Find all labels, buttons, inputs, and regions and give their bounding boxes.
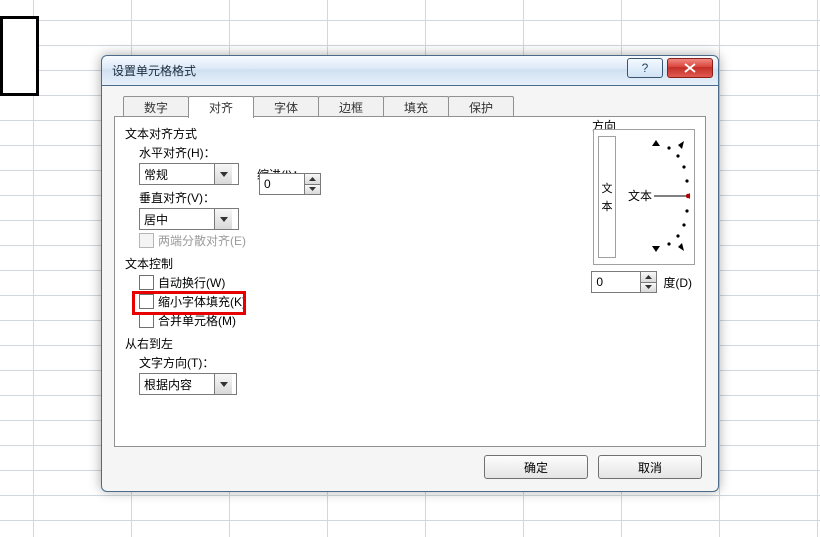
chevron-down-icon xyxy=(214,209,232,229)
shrink-to-fit-checkbox[interactable]: 缩小字体填充(K) xyxy=(139,293,246,310)
degree-label: 度(D) xyxy=(663,274,692,291)
indent-value: 0 xyxy=(260,174,304,194)
text-direction-value: 根据内容 xyxy=(140,376,214,393)
vertical-align-label: 垂直对齐(V)： xyxy=(139,189,215,206)
spinner-down-icon[interactable] xyxy=(641,282,656,293)
format-cells-dialog: 设置单元格格式 ? 数字 对齐 字体 边框 填充 保护 文本对齐方式 水平对齐(… xyxy=(101,55,719,491)
horizontal-align-combo[interactable]: 常规 xyxy=(139,163,239,185)
merge-cells-label: 合并单元格(M) xyxy=(158,312,236,329)
horizontal-align-label: 水平对齐(H)： xyxy=(139,144,216,161)
help-button[interactable]: ? xyxy=(627,58,663,78)
vertical-align-value: 居中 xyxy=(140,211,214,228)
spinner-down-icon[interactable] xyxy=(305,184,320,195)
rtl-title: 从右到左 xyxy=(125,335,695,352)
wrap-text-checkbox[interactable]: 自动换行(W) xyxy=(139,274,225,291)
degree-value: 0 xyxy=(592,272,640,292)
tab-fill[interactable]: 填充 xyxy=(383,96,449,117)
dialog-title: 设置单元格格式 xyxy=(112,62,196,79)
merge-cells-checkbox[interactable]: 合并单元格(M) xyxy=(139,312,236,329)
wrap-text-label: 自动换行(W) xyxy=(158,274,225,291)
text-direction-label: 文字方向(T)： xyxy=(139,354,214,371)
close-button[interactable] xyxy=(667,58,713,78)
alignment-panel: 文本对齐方式 水平对齐(H)： 常规 缩进(I)： 垂直对齐(V)： 0 xyxy=(114,116,706,447)
direction-box: 文本 xyxy=(593,129,695,265)
horizontal-align-value: 常规 xyxy=(140,166,214,183)
justify-distributed-label: 两端分散对齐(E) xyxy=(158,232,246,249)
spinner-up-icon[interactable] xyxy=(641,272,656,282)
text-direction-combo[interactable]: 根据内容 xyxy=(139,373,237,395)
spinner-up-icon[interactable] xyxy=(305,174,320,184)
selected-cell[interactable] xyxy=(0,16,39,96)
cancel-button[interactable]: 取消 xyxy=(598,455,702,479)
tabstrip: 数字 对齐 字体 边框 填充 保护 xyxy=(123,96,513,118)
ok-button[interactable]: 确定 xyxy=(484,455,588,479)
vertical-align-combo[interactable]: 居中 xyxy=(139,208,239,230)
justify-distributed-checkbox: 两端分散对齐(E) xyxy=(139,232,246,249)
tab-border[interactable]: 边框 xyxy=(318,96,384,117)
chevron-down-icon xyxy=(214,374,232,394)
tab-font[interactable]: 字体 xyxy=(253,96,319,117)
titlebar[interactable]: 设置单元格格式 ? xyxy=(101,55,719,86)
chevron-down-icon xyxy=(214,164,232,184)
shrink-to-fit-label: 缩小字体填充(K) xyxy=(158,293,246,310)
orientation-dial[interactable]: 文本 xyxy=(620,132,694,264)
vertical-text-button[interactable]: 文本 xyxy=(598,136,616,258)
indent-spinner[interactable]: 0 xyxy=(259,173,321,195)
tab-alignment[interactable]: 对齐 xyxy=(188,96,254,118)
degree-spinner[interactable]: 0 xyxy=(591,271,657,293)
tab-number[interactable]: 数字 xyxy=(123,96,189,117)
orientation-text: 文本 xyxy=(628,188,652,203)
tab-protection[interactable]: 保护 xyxy=(448,96,514,117)
